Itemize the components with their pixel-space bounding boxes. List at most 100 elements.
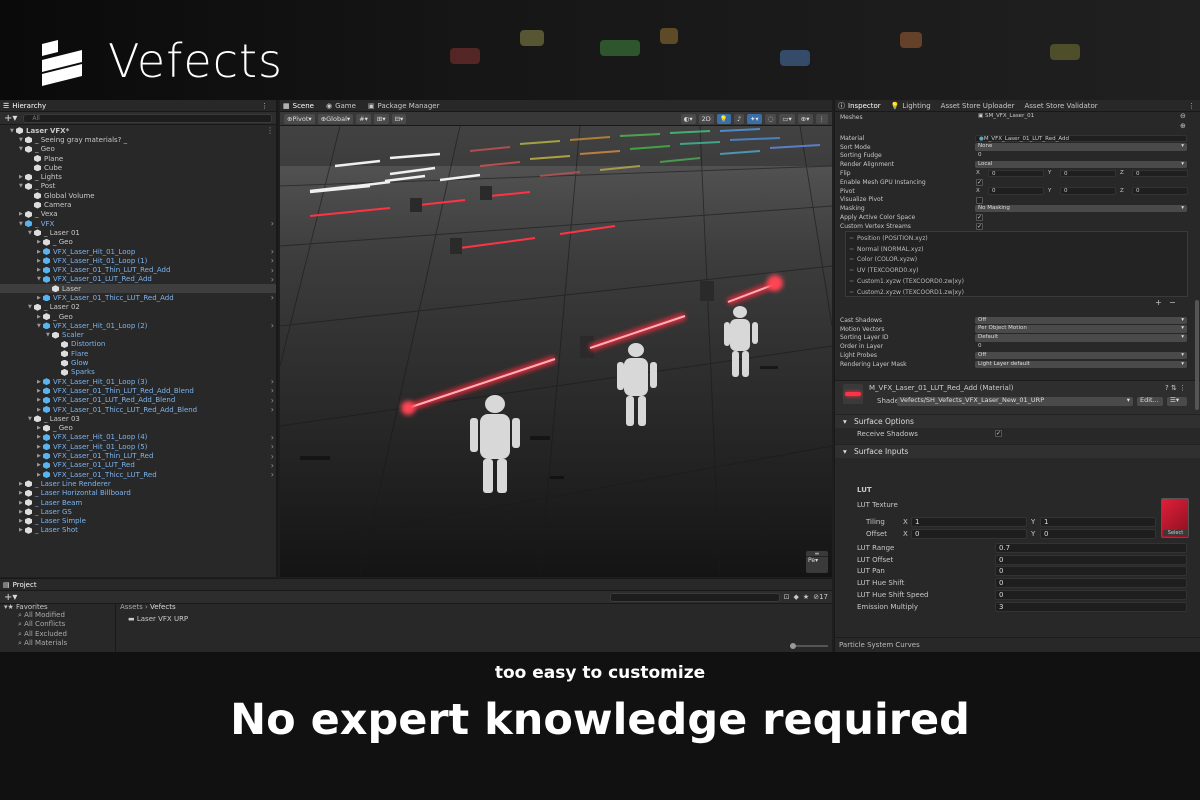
collapsed-arrow-icon[interactable]: ▶ (19, 174, 25, 180)
camera-mode-dropdown[interactable]: Pe▾ (806, 557, 828, 564)
inspector-scrollbar[interactable] (1195, 300, 1199, 410)
material-field[interactable]: ●M_VFX_Laser_01_LUT_Red_Add (975, 134, 1187, 142)
folder-item[interactable]: ▬ Laser VFX URP (128, 615, 188, 623)
edit-shader-button[interactable]: Edit... (1137, 396, 1163, 406)
collapsed-arrow-icon[interactable]: ▶ (37, 462, 43, 468)
vector-y-input[interactable]: 0 (1060, 187, 1116, 195)
expanded-arrow-icon[interactable]: ▼ (10, 128, 16, 134)
prop-input[interactable]: 0 (975, 343, 1187, 351)
favorites-header[interactable]: ▾★ Favorites (4, 603, 114, 611)
collapsed-arrow-icon[interactable]: ▶ (37, 425, 43, 431)
surface-inputs-header[interactable]: ▾ Surface Inputs (835, 444, 1200, 458)
collapsed-arrow-icon[interactable]: ▶ (37, 249, 43, 255)
hierarchy-row[interactable]: ▶ VFX_Laser_Hit_01_Loop › (0, 247, 276, 256)
hierarchy-row[interactable]: ▶ VFX_Laser_Hit_01_Loop (1) › (0, 256, 276, 265)
open-prefab-icon[interactable]: › (271, 461, 274, 470)
collapsed-arrow-icon[interactable]: ▶ (37, 453, 43, 459)
vertex-stream-item[interactable]: = UV (TEXCOORD0.xy) (849, 266, 919, 275)
open-prefab-icon[interactable]: › (271, 470, 274, 479)
hierarchy-row[interactable]: Cube (0, 163, 276, 172)
tab-asset-store-validator[interactable]: Asset Store Validator (1024, 102, 1097, 110)
collapsed-arrow-icon[interactable]: ▶ (19, 509, 25, 515)
vertex-stream-item[interactable]: = Custom2.xyzw (TEXCOORD1.zw|xy) (849, 288, 964, 297)
hidden-icon[interactable]: ◌ (764, 113, 777, 124)
hierarchy-row[interactable]: ▼ _ Laser 03 (0, 414, 276, 423)
hierarchy-row[interactable]: ▼ Laser VFX* ⋮ (0, 126, 276, 135)
hierarchy-row[interactable]: ▼ _ Laser 01 (0, 228, 276, 237)
open-prefab-icon[interactable]: › (271, 396, 274, 405)
collapsed-arrow-icon[interactable]: ▶ (19, 211, 25, 217)
receive-shadows-checkbox[interactable]: ✓ (995, 430, 1002, 437)
hierarchy-row[interactable]: ▶ VFX_Laser_Hit_01_Loop (5) › (0, 442, 276, 451)
hierarchy-row[interactable]: ▼ Scaler (0, 331, 276, 340)
remove-icon[interactable]: ⊖ (1180, 112, 1186, 120)
expanded-arrow-icon[interactable]: ▼ (19, 137, 25, 143)
tab-lighting[interactable]: 💡 Lighting (891, 102, 931, 110)
open-prefab-icon[interactable]: › (271, 452, 274, 461)
zoom-slider-thumb[interactable] (790, 643, 796, 649)
increment-icon[interactable]: ⊟▾ (391, 113, 407, 124)
collapsed-arrow-icon[interactable]: ▶ (37, 258, 43, 264)
global-dropdown[interactable]: ⊕Global▾ (317, 113, 354, 124)
offset-x-input[interactable]: 0 (911, 529, 1027, 539)
eye-icon[interactable]: ⊘17 (813, 593, 828, 601)
prop-checkbox[interactable]: ✓ (976, 179, 983, 186)
hierarchy-row[interactable]: ▶ VFX_Laser_01_LUT_Red_Add_Blend › (0, 396, 276, 405)
hierarchy-row[interactable]: ▼ _ Laser 02 (0, 303, 276, 312)
collapsed-arrow-icon[interactable]: ▶ (37, 472, 43, 478)
hierarchy-row[interactable]: ▼ VFX_Laser_Hit_01_Loop (2) › (0, 321, 276, 330)
hierarchy-row[interactable]: Flare (0, 349, 276, 358)
hierarchy-row[interactable]: ▶ VFX_Laser_01_Thicc_LUT_Red_Add_Blend › (0, 405, 276, 414)
prop-dropdown[interactable]: Local ▾ (975, 160, 1187, 169)
lighting-icon[interactable]: 💡 (716, 113, 731, 124)
expanded-arrow-icon[interactable]: ▼ (46, 332, 52, 338)
hierarchy-row[interactable]: ▶ _ Laser Simple (0, 516, 276, 525)
collapsed-arrow-icon[interactable]: ▶ (37, 397, 43, 403)
panel-menu-icon[interactable]: ⋮ (1188, 102, 1195, 110)
effects-icon[interactable]: ✦▾ (746, 113, 762, 124)
lut-prop-input[interactable]: 0 (995, 589, 1187, 600)
hierarchy-row[interactable]: ▼ _ VFX › (0, 219, 276, 228)
open-prefab-icon[interactable]: › (271, 377, 274, 386)
collapsed-arrow-icon[interactable]: ▶ (37, 407, 43, 413)
hierarchy-row[interactable]: Global Volume (0, 191, 276, 200)
hierarchy-row[interactable]: ▶ _ Laser Line Renderer (0, 479, 276, 488)
hierarchy-row[interactable]: ▼ VFX_Laser_01_LUT_Red_Add › (0, 275, 276, 284)
crumb-assets[interactable]: Assets (120, 603, 143, 611)
hierarchy-row[interactable]: ▶ _ Geo (0, 312, 276, 321)
expanded-arrow-icon[interactable]: ▼ (37, 323, 43, 329)
gizmos-icon[interactable]: ⊕▾ (797, 113, 813, 124)
collapsed-arrow-icon[interactable]: ▶ (37, 314, 43, 320)
hierarchy-row[interactable]: ▶ _ Laser Beam (0, 498, 276, 507)
hierarchy-row[interactable]: ▼ _ Post (0, 182, 276, 191)
select-texture-button[interactable]: Select (1163, 530, 1188, 536)
hierarchy-row[interactable]: Glow (0, 358, 276, 367)
open-prefab-icon[interactable]: › (271, 405, 274, 414)
meshes-field[interactable]: ▣ SM_VFX_Laser_01 (975, 113, 1185, 121)
expanded-arrow-icon[interactable]: ▼ (19, 146, 25, 152)
collapsed-arrow-icon[interactable]: ▶ (37, 239, 43, 245)
tab-game[interactable]: ◉ Game (326, 102, 356, 110)
open-prefab-icon[interactable]: › (271, 293, 274, 302)
collapsed-arrow-icon[interactable]: ▶ (37, 388, 43, 394)
collapsed-arrow-icon[interactable]: ▶ (19, 527, 25, 533)
hierarchy-row[interactable]: ▶ VFX_Laser_Hit_01_Loop (3) › (0, 377, 276, 386)
vertex-stream-item[interactable]: = Normal (NORMAL.xyz) (849, 245, 924, 254)
open-prefab-icon[interactable]: › (271, 219, 274, 228)
prop-checkbox[interactable] (976, 196, 983, 204)
open-prefab-icon[interactable]: › (271, 433, 274, 442)
tiling-x-input[interactable]: 1 (911, 517, 1027, 527)
collapsed-arrow-icon[interactable]: ▶ (37, 444, 43, 450)
hierarchy-row[interactable]: ▶ VFX_Laser_01_Thicc_LUT_Red › (0, 470, 276, 479)
favorite-item[interactable]: ⌕ All Materials (4, 639, 114, 648)
vertex-stream-item[interactable]: = Position (POSITION.xyz) (849, 234, 928, 243)
vector-z-input[interactable]: 0 (1132, 187, 1188, 195)
particle-curves-header[interactable]: Particle System Curves (835, 637, 1200, 652)
audio-icon[interactable]: ♪ (733, 113, 744, 124)
hierarchy-row[interactable]: Sparks (0, 368, 276, 377)
prop-dropdown[interactable]: Per Object Motion ▾ (975, 325, 1187, 333)
hierarchy-row[interactable]: ▶ _ Vexa (0, 210, 276, 219)
vector-x-input[interactable]: 0 (988, 187, 1044, 195)
favorite-item[interactable]: ⌕ All Modified (4, 611, 114, 620)
expanded-arrow-icon[interactable]: ▼ (28, 230, 34, 236)
